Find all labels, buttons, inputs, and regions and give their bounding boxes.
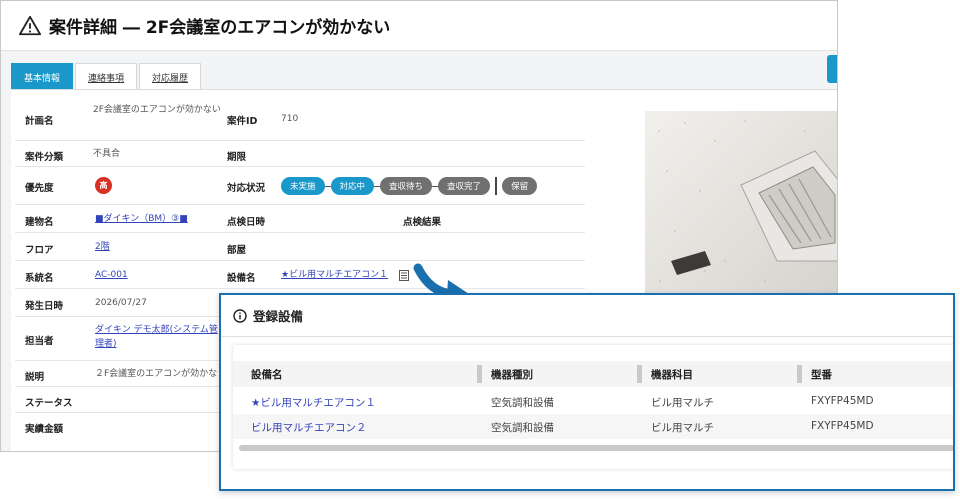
warning-icon [19, 15, 41, 35]
equipment-table: 設備名 機器種別 機器科目 型番 ★ビル用マルチエアコン１ 空気調和設備 ビル用… [233, 345, 953, 469]
assignee-link[interactable]: ダイキン デモ太郎(システム管理者) [95, 323, 221, 351]
tab-history[interactable]: 対応履歴 [139, 63, 202, 90]
registered-equipment-popup: 登録設備 設備名 機器種別 機器科目 型番 ★ビル用マルチエアコン１ 空気調和設… [219, 293, 955, 491]
tab-contact[interactable]: 連絡事項 [75, 63, 138, 90]
table-header: 設備名 機器種別 機器科目 型番 [233, 361, 953, 387]
equipment-name-link[interactable]: ビル用マルチエアコン２ [251, 420, 367, 435]
column-header[interactable]: 機器科目 [651, 367, 693, 382]
system-label: 系統名 [25, 273, 54, 284]
column-resize-handle[interactable] [637, 365, 642, 383]
assignee-label: 担当者 [25, 336, 54, 347]
amount-label: 実績金額 [25, 424, 64, 435]
tab-basic-info[interactable]: 基本情報 [11, 63, 74, 90]
field-row: フロア 2階 部屋 [15, 233, 585, 261]
status-step-in-progress[interactable]: 対応中 [330, 177, 375, 195]
state-label: ステータス [25, 398, 73, 409]
field-row: 優先度 高 対応状況 未実施 対応中 査収待ち 査収完了 保留 [15, 167, 585, 205]
status-stepper: 未実施 対応中 査収待ち 査収完了 保留 [281, 177, 538, 195]
case-id-value: 710 [281, 114, 299, 124]
status-label: 対応状況 [227, 183, 266, 194]
floor-label: フロア [25, 245, 54, 256]
deadline-label: 期限 [227, 152, 247, 163]
status-divider [495, 177, 498, 195]
case-id-label: 案件ID [227, 116, 258, 127]
table-cell: ビル用マルチ [651, 397, 714, 409]
table-cell: ビル用マルチ [651, 422, 714, 434]
status-step-not-started[interactable]: 未実施 [281, 177, 325, 195]
column-resize-handle[interactable] [797, 365, 802, 383]
column-header[interactable]: 機器種別 [491, 367, 533, 382]
column-header[interactable]: 型番 [811, 367, 832, 382]
occurred-label: 発生日時 [25, 301, 64, 312]
plan-name-value: 2F会議室のエアコンが効かない [93, 105, 221, 115]
plan-name-label: 計画名 [25, 116, 54, 127]
equipment-link[interactable]: ★ビル用マルチエアコン１ [281, 268, 388, 282]
building-label: 建物名 [25, 217, 54, 228]
field-row: 案件分類 不具合 期限 [15, 141, 585, 167]
tab-bar: 基本情報 連絡事項 対応履歴 [11, 63, 203, 90]
status-step-awaiting-review[interactable]: 査収待ち [380, 177, 433, 195]
priority-label: 優先度 [25, 183, 54, 194]
field-row: 系統名 AC-001 設備名 ★ビル用マルチエアコン１ [15, 261, 585, 289]
table-cell: 空気調和設備 [491, 397, 554, 409]
window-header: 案件詳細 ― 2F会議室のエアコンが効かない [1, 1, 837, 51]
equipment-photo [645, 111, 837, 299]
step-connector [324, 185, 331, 187]
priority-high-badge: 高 [95, 177, 112, 194]
status-hold-button[interactable]: 保留 [502, 177, 538, 195]
column-header[interactable]: 設備名 [251, 367, 283, 382]
table-cell: FXYFP45MD [811, 395, 874, 407]
system-link[interactable]: AC-001 [95, 268, 128, 282]
occurred-value: 2026/07/27 [95, 298, 147, 308]
floor-link[interactable]: 2階 [95, 240, 110, 254]
table-cell: 空気調和設備 [491, 422, 554, 434]
equipment-name-link[interactable]: ★ビル用マルチエアコン１ [251, 395, 376, 410]
info-icon [233, 308, 247, 323]
table-row[interactable]: ★ビル用マルチエアコン１ 空気調和設備 ビル用マルチ FXYFP45MD [233, 389, 953, 414]
building-link[interactable]: ■ダイキン（BM）③■ [95, 212, 188, 226]
table-cell: FXYFP45MD [811, 420, 874, 432]
room-label: 部屋 [227, 245, 247, 256]
page-title: 案件詳細 ― 2F会議室のエアコンが効かない [49, 18, 391, 38]
inspection-result-label: 点検結果 [403, 217, 442, 228]
equipment-label: 設備名 [227, 273, 256, 284]
table-row[interactable]: ビル用マルチエアコン２ 空気調和設備 ビル用マルチ FXYFP45MD [233, 414, 953, 439]
description-label: 説明 [25, 372, 45, 383]
inspection-date-label: 点検日時 [227, 217, 266, 228]
horizontal-scrollbar[interactable] [239, 445, 953, 451]
status-step-reviewed[interactable]: 査収完了 [438, 177, 491, 195]
document-icon[interactable] [399, 270, 409, 281]
description-value: ２F会議室のエアコンが効かな [95, 369, 218, 379]
category-value: 不具合 [93, 149, 121, 159]
field-row: 建物名 ■ダイキン（BM）③■ 点検日時 点検結果 [15, 205, 585, 233]
side-action-button[interactable] [827, 55, 837, 83]
field-row: 計画名 2F会議室のエアコンが効かない 案件ID 710 [15, 97, 585, 141]
column-resize-handle[interactable] [477, 365, 482, 383]
popup-title: 登録設備 [253, 309, 304, 324]
popup-header: 登録設備 [221, 295, 953, 337]
category-label: 案件分類 [25, 152, 64, 163]
